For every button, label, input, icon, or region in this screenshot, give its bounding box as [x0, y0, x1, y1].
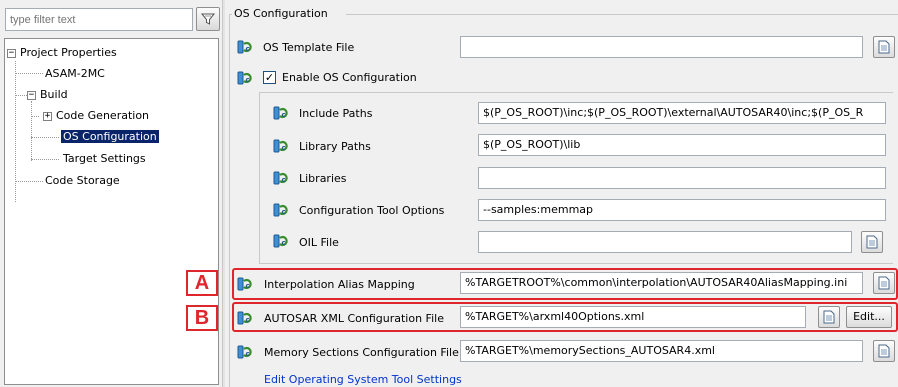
autosar-xml-edit-button[interactable]: Edit... [846, 306, 892, 328]
tree-item-project-properties[interactable]: − Project Properties [7, 44, 117, 62]
svg-text:c: c [246, 76, 250, 84]
library-paths-field[interactable]: $(P_OS_ROOT)\lib [478, 134, 886, 156]
collapse-icon[interactable]: − [7, 48, 16, 58]
collapse-icon[interactable]: − [27, 90, 36, 100]
tree-item-asam[interactable]: ASAM-2MC [45, 65, 105, 83]
oil-file-browse-button[interactable] [861, 231, 883, 253]
config-bean-icon: c [237, 71, 252, 85]
memory-sections-label: Memory Sections Configuration File [264, 346, 459, 359]
project-properties-tree[interactable]: − Project Properties ASAM-2MC − Build + Cod… [4, 38, 219, 385]
document-icon [878, 40, 890, 54]
svg-text:c: c [246, 350, 250, 358]
tree-item-code-generation[interactable]: + Code Generation [43, 107, 149, 125]
config-bean-icon: c [273, 139, 288, 153]
memory-sections-browse-button[interactable] [873, 340, 895, 362]
autosar-xml-field[interactable]: %TARGET%\arxml40Options.xml [460, 306, 806, 328]
config-bean-icon: c [273, 234, 288, 248]
config-bean-icon: c [237, 311, 252, 325]
filter-button[interactable] [196, 7, 220, 31]
tree-item-build[interactable]: − Build [27, 86, 68, 104]
enable-os-label: Enable OS Configuration [282, 71, 417, 84]
os-template-label: OS Template File [263, 41, 355, 54]
enable-os-checkbox[interactable]: ✓ [263, 71, 276, 84]
interpolation-browse-button[interactable] [873, 272, 895, 294]
memory-sections-field[interactable]: %TARGET%\memorySections_AUTOSAR4.xml [460, 340, 863, 362]
interpolation-label: Interpolation Alias Mapping [264, 278, 415, 291]
expand-icon[interactable]: + [43, 111, 52, 121]
os-template-browse-button[interactable] [873, 36, 895, 58]
config-tool-options-field[interactable]: --samples:memmap [478, 199, 886, 221]
oil-file-label: OIL File [299, 236, 339, 249]
tree-item-target-settings[interactable]: Target Settings [63, 150, 146, 168]
svg-text:c: c [246, 282, 250, 290]
group-border [229, 14, 230, 387]
tree-item-os-configuration[interactable]: OS Configuration [61, 128, 159, 146]
group-title: OS Configuration [232, 7, 330, 20]
document-icon [866, 235, 878, 249]
config-bean-icon: c [237, 277, 252, 291]
document-icon [878, 344, 890, 358]
edit-os-tool-settings-link[interactable]: Edit Operating System Tool Settings [264, 373, 462, 386]
config-bean-icon: c [237, 40, 252, 54]
autosar-xml-browse-button[interactable] [818, 306, 840, 328]
document-icon [823, 310, 835, 324]
svg-text:c: c [246, 45, 250, 53]
library-paths-label: Library Paths [299, 140, 371, 153]
libraries-label: Libraries [299, 172, 347, 185]
svg-text:c: c [282, 176, 286, 184]
oil-file-field[interactable] [478, 231, 852, 253]
config-bean-icon: c [237, 345, 252, 359]
config-bean-icon: c [273, 203, 288, 217]
document-icon [878, 276, 890, 290]
tree-item-code-storage[interactable]: Code Storage [45, 172, 120, 190]
svg-text:c: c [282, 239, 286, 247]
funnel-icon [201, 13, 215, 25]
svg-text:c: c [282, 111, 286, 119]
config-tool-options-label: Configuration Tool Options [299, 204, 445, 217]
callout-b: B [186, 305, 218, 331]
svg-text:c: c [282, 144, 286, 152]
os-template-field[interactable] [460, 36, 863, 58]
callout-a: A [186, 270, 218, 296]
svg-text:c: c [282, 208, 286, 216]
config-bean-icon: c [273, 171, 288, 185]
libraries-field[interactable] [478, 167, 886, 189]
include-paths-label: Include Paths [299, 107, 373, 120]
include-paths-field[interactable]: $(P_OS_ROOT)\inc;$(P_OS_ROOT)\external\A… [478, 102, 886, 124]
filter-input[interactable] [5, 8, 193, 31]
autosar-xml-label: AUTOSAR XML Configuration File [264, 312, 444, 325]
svg-text:c: c [246, 316, 250, 324]
config-bean-icon: c [273, 106, 288, 120]
pane-splitter[interactable] [222, 0, 225, 387]
interpolation-field[interactable]: %TARGETROOT%\common\interpolation\AUTOSA… [460, 272, 863, 294]
